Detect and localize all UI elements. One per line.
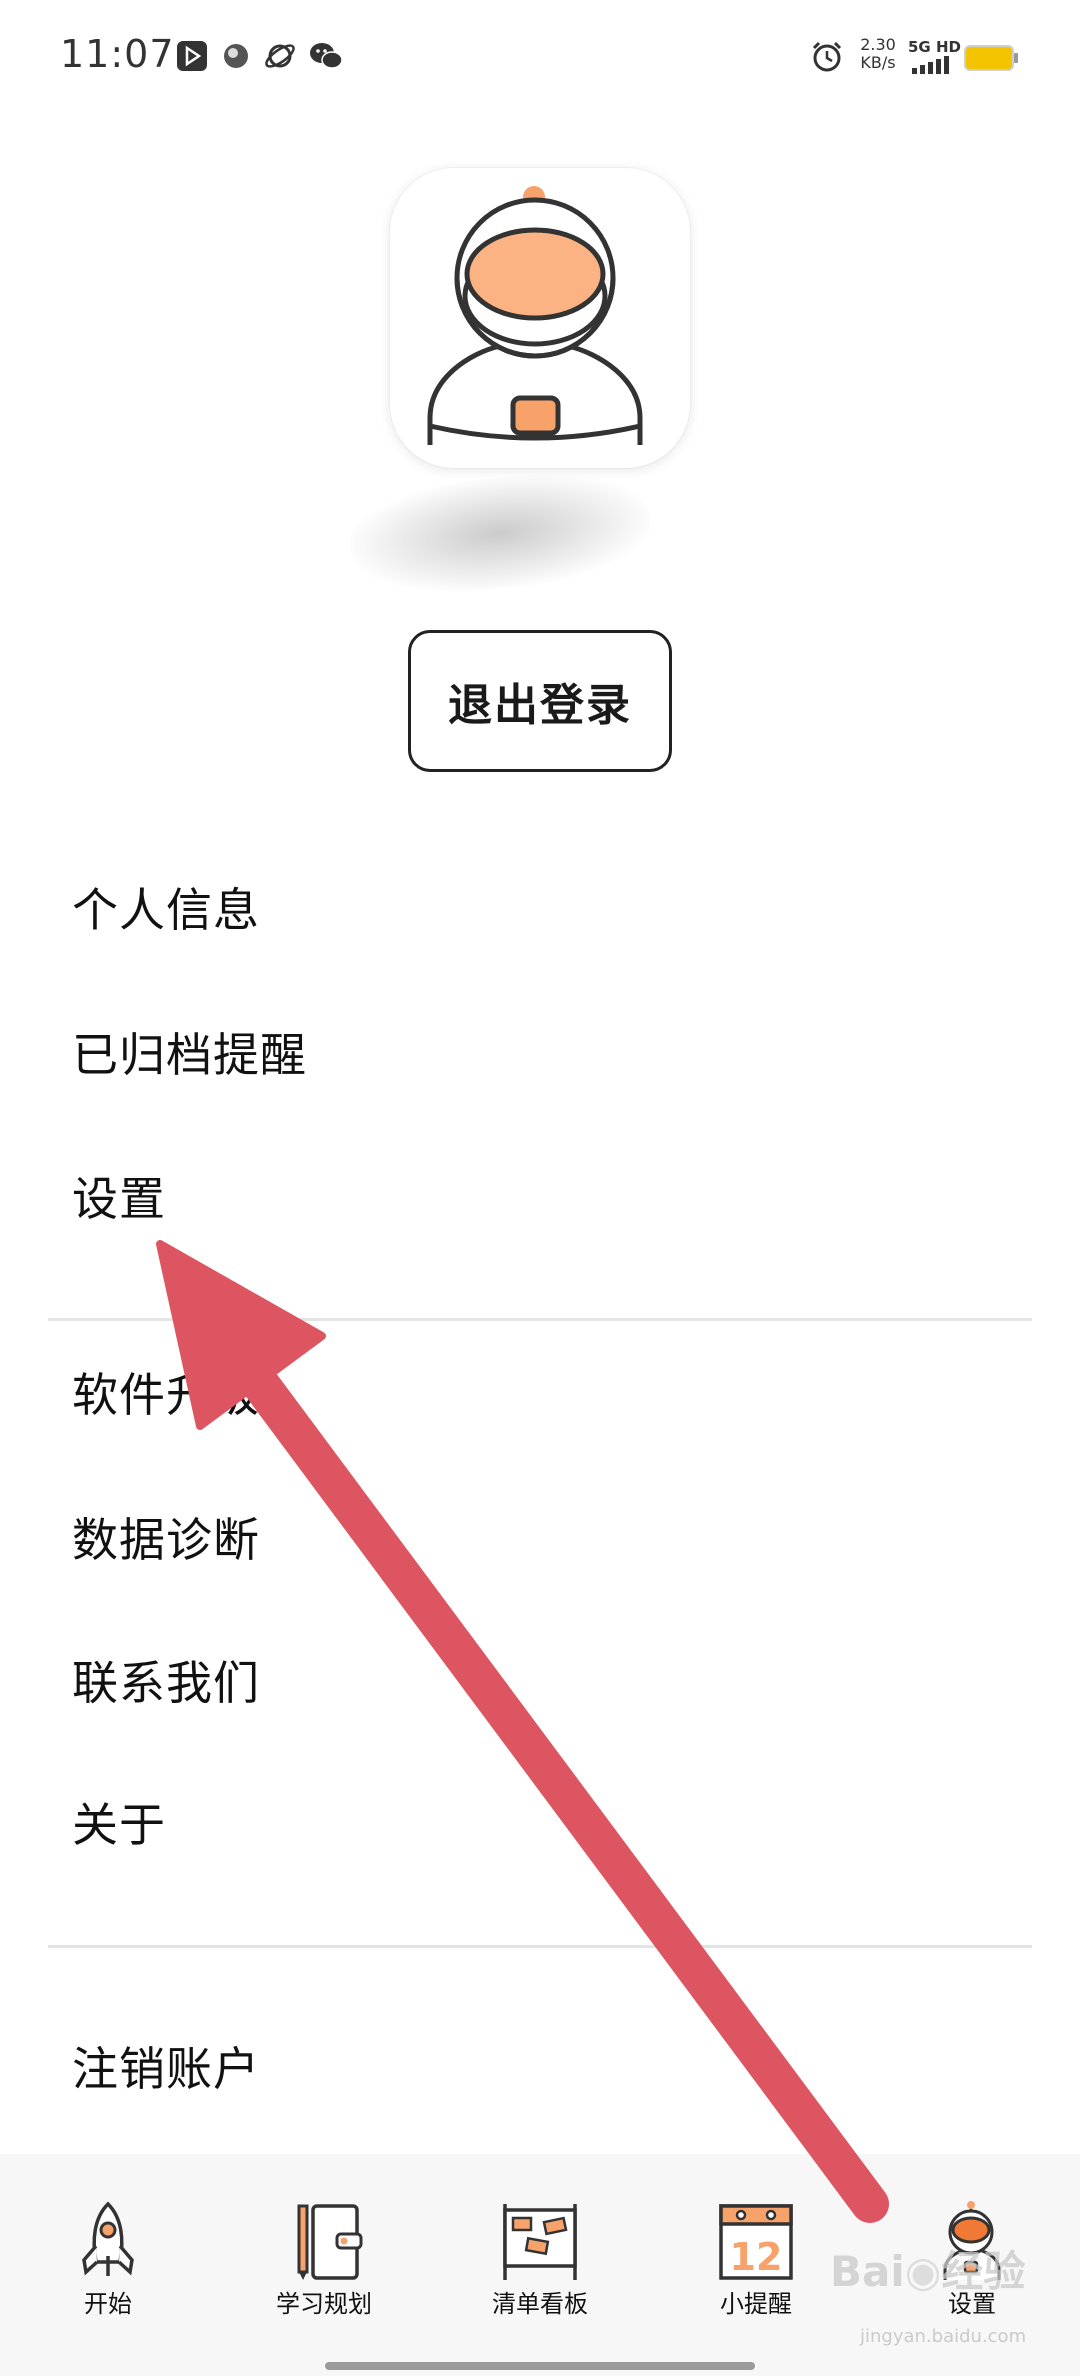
- video-app-icon: [177, 41, 207, 71]
- username-blurred: [345, 462, 655, 604]
- network-type: 5G HD: [908, 38, 961, 56]
- menu-item-archived-reminders[interactable]: 已归档提醒: [72, 1020, 307, 1090]
- notebook-pencil-icon: [297, 2204, 363, 2280]
- browser-app-icon: [224, 44, 248, 68]
- nav-item-start[interactable]: 开始: [18, 2200, 198, 2330]
- kanban-board-icon: [503, 2204, 577, 2280]
- menu-item-software-update[interactable]: 软件升级: [72, 1360, 260, 1430]
- menu-item-contact-us[interactable]: 联系我们: [72, 1648, 260, 1718]
- calendar-icon: 12: [719, 2204, 793, 2280]
- nav-item-checklist-board[interactable]: 清单看板: [450, 2200, 630, 2330]
- calendar-day-number: 12: [730, 2235, 783, 2279]
- profile-page: 11:07 2.30 KB/s 5G HD 退出登录 个人信息 已归档提醒 设置…: [0, 0, 1080, 2376]
- divider: [48, 1945, 1032, 1948]
- menu-item-personal-info[interactable]: 个人信息: [72, 875, 260, 945]
- menu-item-about[interactable]: 关于: [72, 1790, 166, 1860]
- nav-item-reminders[interactable]: 12 小提醒: [666, 2200, 846, 2330]
- nav-label: 清单看板: [492, 2290, 588, 2318]
- signal-strength-icon: [912, 56, 949, 74]
- network-speed-unit: KB/s: [860, 53, 896, 72]
- home-indicator[interactable]: [325, 2362, 755, 2370]
- baidu-jingyan-watermark: Bai◉经验: [830, 2247, 1026, 2296]
- network-speed: 2.30 KB/s: [855, 36, 901, 72]
- logout-button[interactable]: 退出登录: [408, 630, 672, 772]
- planet-app-icon: [265, 44, 295, 68]
- watermark-url: jingyan.baidu.com: [860, 2326, 1027, 2347]
- nav-label: 小提醒: [720, 2290, 792, 2318]
- nav-label: 开始: [84, 2290, 132, 2318]
- astronaut-avatar-icon: [427, 186, 643, 445]
- wechat-icon: [310, 43, 343, 69]
- status-bar: 11:07 2.30 KB/s 5G HD: [0, 0, 1080, 110]
- nav-label: 学习规划: [276, 2290, 372, 2318]
- divider: [48, 1318, 1032, 1321]
- menu-item-data-diagnosis[interactable]: 数据诊断: [72, 1505, 260, 1575]
- nav-item-study-plan[interactable]: 学习规划: [234, 2200, 414, 2330]
- alarm-icon: [812, 41, 842, 72]
- user-avatar[interactable]: [390, 168, 690, 468]
- status-time: 11:07: [60, 32, 175, 76]
- battery-icon: [964, 45, 1018, 71]
- rocket-icon: [82, 2201, 134, 2276]
- menu-item-delete-account[interactable]: 注销账户: [72, 2034, 260, 2104]
- menu-item-settings[interactable]: 设置: [72, 1164, 166, 1234]
- network-speed-value: 2.30: [860, 35, 896, 54]
